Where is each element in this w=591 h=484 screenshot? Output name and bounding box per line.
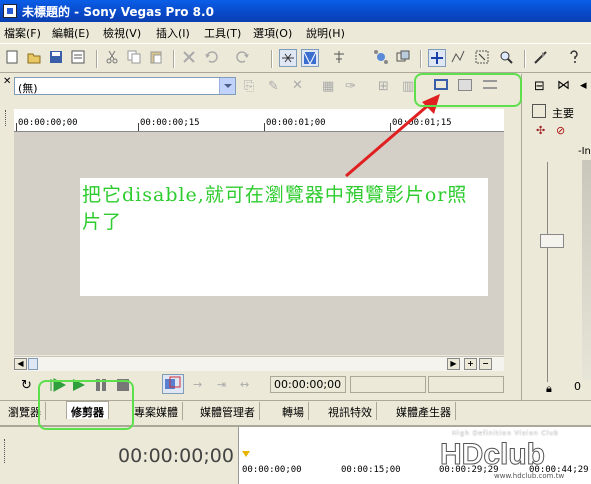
menu-tools[interactable]: 工具(T) <box>204 25 241 41</box>
watermark-logo: HDclub <box>440 438 546 472</box>
zoom-in-icon[interactable]: + <box>464 358 477 370</box>
selection-edit-tool-icon[interactable] <box>474 49 492 67</box>
tab-project-media[interactable]: 專案媒體 <box>130 402 183 420</box>
menu-options[interactable]: 選項(O) <box>253 25 292 41</box>
paste-icon[interactable] <box>148 49 166 67</box>
lock-envelopes-icon[interactable] <box>373 49 391 67</box>
watermark: High Definition Vision Club HDclub www.h… <box>440 430 565 480</box>
ruler-label: 00:00:00;15 <box>140 118 200 128</box>
menu-bar: 檔案(F) 編輯(E) 檢視(V) 插入(I) 工具(T) 選項(O) 說明(H… <box>0 22 591 42</box>
scroll-thumb[interactable] <box>28 358 38 370</box>
tab-transitions[interactable]: 轉場 <box>278 402 309 420</box>
mixer-fx-icon[interactable]: ✣ <box>536 124 545 137</box>
close-icon[interactable]: ✕ <box>3 76 11 87</box>
loop-icon[interactable]: ↻ <box>21 378 32 393</box>
mixer-properties-icon[interactable]: ⊟ <box>534 79 545 94</box>
dock-gripper[interactable]: ✕ <box>0 74 12 400</box>
mixer-readout: 0 <box>574 380 581 393</box>
fit-icon[interactable]: ↔ <box>240 378 249 392</box>
chevron-down-icon[interactable] <box>219 78 235 94</box>
zoom-out-icon[interactable]: − <box>479 358 492 370</box>
ruler-label: 00:00:00;00 <box>18 118 78 128</box>
new-project-icon[interactable] <box>4 49 22 67</box>
main-toolbar <box>0 43 591 73</box>
undo-icon[interactable] <box>203 49 221 67</box>
add-to-timeline-start-icon[interactable]: → <box>193 378 202 392</box>
menu-view[interactable]: 檢視(V) <box>103 25 141 41</box>
ruler-label: 00:00:01;00 <box>266 118 326 128</box>
menu-help[interactable]: 說明(H) <box>306 25 345 41</box>
zoom-edit-tool-icon[interactable] <box>498 49 516 67</box>
mixer-label: 主要 <box>552 107 574 120</box>
mixer-downmix-icon[interactable]: ⋈ <box>557 78 570 93</box>
media-selector[interactable]: (無) <box>14 77 236 95</box>
trimmer-timecode: 00:00:00;00 <box>270 376 346 393</box>
mixer-dim-icon[interactable]: ◂ <box>580 78 587 93</box>
scroll-right-icon[interactable]: ▶ <box>447 358 460 370</box>
tab-video-fx[interactable]: 視訊特效 <box>324 402 377 420</box>
normal-edit-tool-icon[interactable] <box>428 49 446 67</box>
splitter[interactable] <box>505 74 521 400</box>
timeline-timecode: 00:00:00;00 <box>118 445 234 467</box>
auto-ripple-icon[interactable] <box>331 49 349 67</box>
highlight-trimmer-tab <box>38 380 134 430</box>
region-icon[interactable]: ▦ <box>322 79 334 94</box>
lock-icon[interactable]: 🔒︎ <box>546 382 552 396</box>
annotation-text: 把它disable,就可在瀏覽器中預覽影片or照片了 <box>82 184 468 233</box>
ignore-grouping-icon[interactable] <box>395 49 413 67</box>
app-icon[interactable] <box>3 4 17 18</box>
help-icon[interactable] <box>566 49 584 67</box>
window-title: 未標題的 - Sony Vegas Pro 8.0 <box>22 5 214 19</box>
horizontal-scrollbar[interactable]: ◀ ▶ + − <box>14 356 504 371</box>
render-icon[interactable] <box>532 49 550 67</box>
properties-icon[interactable] <box>70 49 88 67</box>
menu-edit[interactable]: 編輯(E) <box>52 25 90 41</box>
remove-icon[interactable]: ✕ <box>292 78 303 93</box>
mixer-level-label: -In <box>578 146 591 157</box>
auto-crossfade-icon[interactable] <box>301 49 319 67</box>
selection-end-field <box>428 376 504 393</box>
annotation-box: 把它disable,就可在瀏覽器中預覽影片or照片了 <box>80 178 488 296</box>
scroll-left-icon[interactable]: ◀ <box>14 358 27 370</box>
timeline-ruler-label: 00:00:00;00 <box>242 465 302 475</box>
snap-icon[interactable]: ✎ <box>268 79 279 94</box>
level-meter <box>582 160 591 380</box>
cursor-marker-icon <box>242 451 250 457</box>
master-bus-mixer: ⊟ ⋈ ◂ 主要 ✣ ⊘ -In 🔒︎ 0 <box>521 74 591 400</box>
tab-media-manager[interactable]: 媒體管理者 <box>196 402 260 420</box>
tab-media-generators[interactable]: 媒體產生器 <box>392 402 456 420</box>
save-icon[interactable] <box>48 49 66 67</box>
envelope-edit-tool-icon[interactable] <box>450 49 468 67</box>
enable-snapping-icon[interactable] <box>279 49 297 67</box>
selection-length-field <box>350 376 426 393</box>
timeline-ruler-label: 00:00:15;00 <box>341 465 401 475</box>
add-to-timeline-icon[interactable]: ⎘ <box>244 79 254 94</box>
loop-region-icon <box>165 376 181 389</box>
open-icon[interactable] <box>26 49 44 67</box>
menu-insert[interactable]: 插入(I) <box>156 25 190 41</box>
cut-icon[interactable] <box>104 49 122 67</box>
menu-file[interactable]: 檔案(F) <box>4 25 41 41</box>
track-gripper[interactable] <box>4 439 7 463</box>
loop-region-button[interactable] <box>162 374 184 394</box>
copy-icon[interactable] <box>126 49 144 67</box>
add-to-timeline-end-icon[interactable]: ⇥ <box>217 378 226 392</box>
delete-icon[interactable] <box>181 49 199 67</box>
highlight-preview-buttons <box>414 73 522 107</box>
title-bar: 未標題的 - Sony Vegas Pro 8.0 <box>0 0 591 22</box>
redo-icon[interactable] <box>235 49 253 67</box>
master-volume-fader[interactable] <box>540 234 564 248</box>
mixer-master-icon[interactable] <box>532 104 546 118</box>
mixer-mute-icon[interactable]: ⊘ <box>556 124 565 137</box>
